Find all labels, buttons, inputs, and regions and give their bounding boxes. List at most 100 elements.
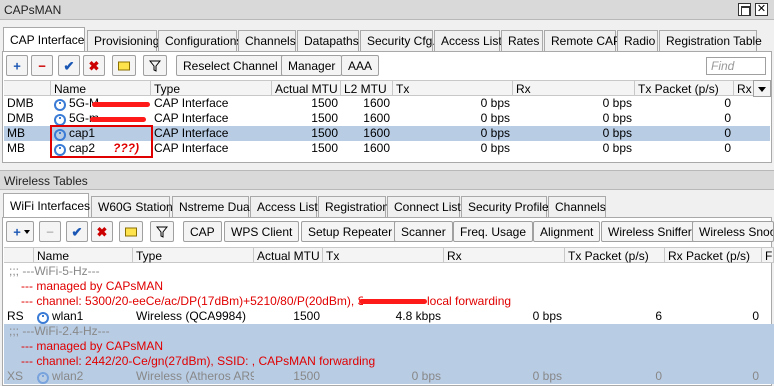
tab-registration[interactable]: Registration xyxy=(318,196,389,217)
col-type[interactable]: Type xyxy=(151,81,272,96)
row-name-text: wlan1 xyxy=(52,309,84,323)
tab-nstreme-dual[interactable]: Nstreme Dual xyxy=(172,196,252,217)
row-rx: 0 bps xyxy=(602,126,632,140)
tab-security-cfg[interactable]: Security Cfg. xyxy=(360,30,436,51)
filter-button[interactable] xyxy=(150,221,174,242)
enable-button[interactable]: ✔ xyxy=(58,55,80,76)
row-rx: 0 bps xyxy=(602,111,632,125)
col-tx[interactable]: Tx xyxy=(323,248,444,263)
wireless-interface-icon xyxy=(37,311,49,324)
comment-row[interactable]: ;;; ---WiFi-5-Hz--- xyxy=(4,264,774,279)
minus-icon: − xyxy=(38,58,46,73)
remove-button[interactable]: − xyxy=(31,55,53,76)
tab-access-list[interactable]: Access List xyxy=(434,30,502,51)
comment-icon xyxy=(125,227,137,236)
disable-button[interactable]: ✖ xyxy=(83,55,105,76)
freq-usage-button[interactable]: Freq. Usage xyxy=(453,221,534,242)
row-l2mtu: 1600 xyxy=(363,126,390,140)
tab-configurations[interactable]: Configurations xyxy=(158,30,242,51)
comment-row-selected[interactable]: ;;; ---WiFi-2.4-Hz--- xyxy=(4,324,774,339)
row-tx: 4.8 kbps xyxy=(395,309,441,323)
tab-w60g-station[interactable]: W60G Station xyxy=(91,196,173,217)
col-tx-packet[interactable]: Tx Packet (p/s) xyxy=(565,248,665,263)
comment-button[interactable] xyxy=(119,221,143,242)
wireless-interface-icon xyxy=(54,113,66,126)
col-rx-packet[interactable]: Rx Packet (p/s) xyxy=(665,248,762,263)
close-icon[interactable]: ✕ xyxy=(755,3,768,16)
table-row[interactable]: DMB 5G-m CAP Interface 1500 1600 0 bps 0… xyxy=(4,111,752,126)
add-button[interactable]: + xyxy=(6,221,34,242)
col-actual-mtu[interactable]: Actual MTU xyxy=(272,81,341,96)
row-flags: RS xyxy=(7,309,24,323)
col-fi[interactable]: FI xyxy=(762,248,774,263)
row-flags: DMB xyxy=(7,96,34,110)
wireless-snooper-button[interactable]: Wireless Snoop xyxy=(692,221,774,242)
row-tx-packet: 0 xyxy=(655,369,662,383)
comment-text: --- managed by CAPsMAN xyxy=(21,279,164,293)
scanner-button[interactable]: Scanner xyxy=(394,221,453,242)
comment-text: ;;; ---WiFi-2.4-Hz--- xyxy=(9,324,110,338)
maximize-icon[interactable] xyxy=(738,3,751,16)
row-type: CAP Interface xyxy=(154,141,229,155)
col-rx[interactable]: Rx xyxy=(513,81,635,96)
tab-channels[interactable]: Channels xyxy=(548,196,606,217)
dropdown-arrow-icon xyxy=(24,230,30,234)
tab-channels[interactable]: Channels xyxy=(238,30,296,51)
comment-row-selected[interactable]: --- channel: 2442/20-Ce/gn(27dBm), SSID:… xyxy=(4,354,774,369)
disable-button[interactable]: ✖ xyxy=(91,221,113,242)
tab-connect-list[interactable]: Connect List xyxy=(387,196,461,217)
row-l2mtu: 1600 xyxy=(363,141,390,155)
tab-security-profiles[interactable]: Security Profiles xyxy=(461,196,555,217)
table-row-selected[interactable]: XS wlan2 Wireless (Atheros AR9... 1500 0… xyxy=(4,369,774,384)
tab-wifi-interfaces[interactable]: WiFi Interfaces xyxy=(3,193,90,218)
add-button[interactable]: + xyxy=(6,55,28,76)
col-l2-mtu[interactable]: L2 MTU xyxy=(341,81,393,96)
col-type[interactable]: Type xyxy=(133,248,254,263)
comment-button[interactable] xyxy=(112,55,136,76)
remove-button[interactable]: − xyxy=(39,221,61,242)
col-tx-packet[interactable]: Tx Packet (p/s) xyxy=(635,81,734,96)
comment-row-selected[interactable]: --- managed by CAPsMAN xyxy=(4,339,774,354)
setup-repeater-button[interactable]: Setup Repeater xyxy=(301,221,400,242)
enable-button[interactable]: ✔ xyxy=(66,221,88,242)
col-flags[interactable] xyxy=(4,81,51,96)
cap-button[interactable]: CAP xyxy=(183,221,222,242)
wireless-sniffer-button[interactable]: Wireless Sniffer xyxy=(601,221,699,242)
col-actual-mtu[interactable]: Actual MTU xyxy=(254,248,323,263)
manager-button[interactable]: Manager xyxy=(281,55,343,76)
tab-datapaths[interactable]: Datapaths xyxy=(297,30,359,51)
tab-access-list[interactable]: Access List xyxy=(250,196,318,217)
row-flags: DMB xyxy=(7,111,34,125)
wireless-interface-icon xyxy=(54,98,66,111)
tab-remote-cap[interactable]: Remote CAP xyxy=(544,30,621,51)
comment-row[interactable]: --- managed by CAPsMAN xyxy=(4,279,774,294)
tab-registration-table[interactable]: Registration Table xyxy=(659,30,762,51)
filter-button[interactable] xyxy=(143,55,167,76)
row-tx: 0 bps xyxy=(480,111,510,125)
column-chooser-dropdown[interactable] xyxy=(753,80,771,97)
comment-text: --- channel: 5300/20-eeCe/ac/DP(17dBm)+5… xyxy=(21,294,363,308)
table-row[interactable]: DMB 5G-M CAP Interface 1500 1600 0 bps 0… xyxy=(4,96,752,111)
col-name[interactable]: Name xyxy=(34,248,133,263)
tab-cap-interface[interactable]: CAP Interface xyxy=(3,27,85,52)
row-mtu: 1500 xyxy=(293,369,320,383)
col-name[interactable]: Name xyxy=(51,81,151,96)
col-flags[interactable] xyxy=(4,248,34,263)
col-rx-packet[interactable]: Rx xyxy=(734,81,754,96)
tab-rates[interactable]: Rates xyxy=(501,30,543,51)
tab-provisioning[interactable]: Provisioning xyxy=(87,30,159,51)
table-row[interactable]: RS wlan1 Wireless (QCA9984) 1500 4.8 kbp… xyxy=(4,309,774,324)
col-rx[interactable]: Rx xyxy=(444,248,565,263)
row-tx-packet: 0 xyxy=(724,96,731,110)
row-l2mtu: 1600 xyxy=(363,111,390,125)
find-input[interactable]: Find xyxy=(706,57,766,75)
row-flags: MB xyxy=(7,141,25,155)
aaa-button[interactable]: AAA xyxy=(341,55,380,76)
comment-row[interactable]: --- channel: 5300/20-eeCe/ac/DP(17dBm)+5… xyxy=(4,294,774,309)
wps-client-button[interactable]: WPS Client xyxy=(224,221,300,242)
tab-radio[interactable]: Radio xyxy=(617,30,658,51)
alignment-button[interactable]: Alignment xyxy=(533,221,601,242)
col-tx[interactable]: Tx xyxy=(393,81,513,96)
reselect-channel-button[interactable]: Reselect Channel xyxy=(176,55,285,76)
capsman-titlebar: CAPsMAN ✕ xyxy=(0,0,774,20)
